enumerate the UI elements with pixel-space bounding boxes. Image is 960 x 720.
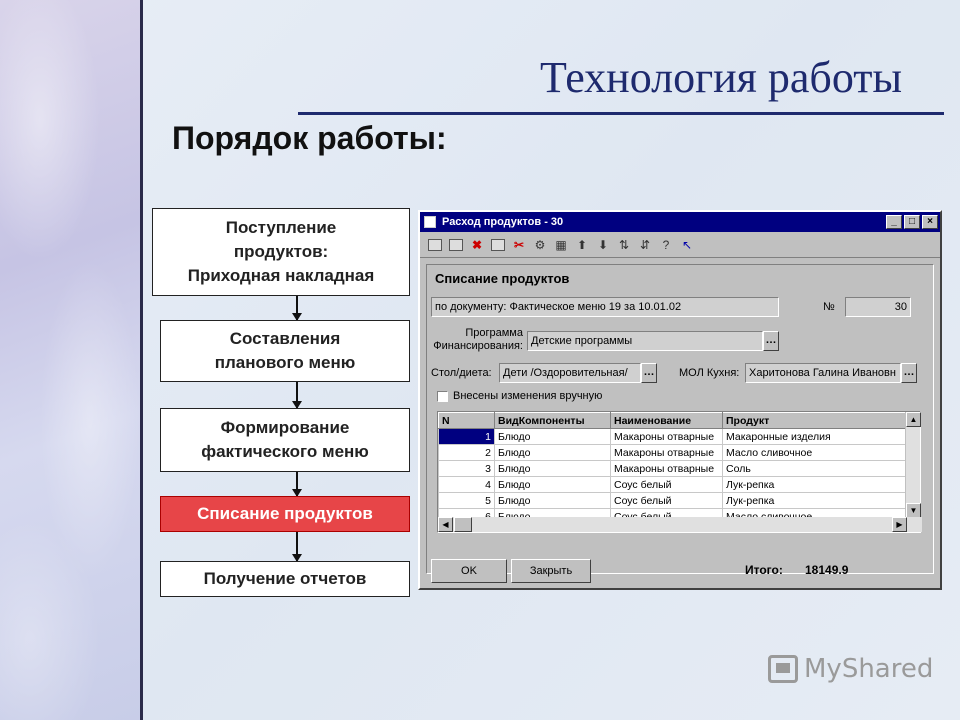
left-decor-strip [0,0,142,720]
minimize-button[interactable]: _ [886,215,902,229]
write-off-panel: Списание продуктов по документу: Фактиче… [426,264,934,583]
flow-step-planned-menu: Составления планового меню [160,320,410,382]
cell-name: Соус белый [610,492,723,509]
horizontal-scrollbar[interactable]: ◀ ▶ [438,517,922,532]
title-rule [298,112,944,115]
cell-n: 3 [438,460,495,477]
cell-product: Масло сливочное [722,444,907,461]
col-header-product[interactable]: Продукт [722,412,907,429]
flow-arrow [292,472,302,497]
number-label: № [823,301,835,313]
diet-label: Стол/диета: [431,367,492,379]
app-window: Расход продуктов - 30 _ □ × ✖ ✂ ⚙ ▦ ⬆ ⬇ … [418,210,942,590]
flow-step-receipt: Поступление продуктов: Приходная накладн… [152,208,410,296]
products-table[interactable]: N ВидКомпоненты Наименование Продукт 1 Б… [437,411,922,533]
brand-logo: MyShared [768,654,933,684]
table-row[interactable]: 2 Блюдо Макароны отварные Масло сливочно… [438,444,907,461]
page-title: Технология работы [540,53,903,102]
cell-product: Макаронные изделия [722,428,907,445]
delete-row-icon[interactable]: ✖ [468,236,486,254]
left-divider [140,0,143,720]
help-icon[interactable]: ? [657,236,675,254]
filter-icon[interactable]: ⇵ [636,236,654,254]
table-header-row: N ВидКомпоненты Наименование Продукт [438,412,907,429]
cell-kind: Блюдо [494,428,611,445]
cell-name: Макароны отварные [610,460,723,477]
down-arrow-icon[interactable]: ⬇ [594,236,612,254]
cell-kind: Блюдо [494,460,611,477]
col-header-name[interactable]: Наименование [610,412,723,429]
scroll-thumb[interactable] [454,517,472,532]
cell-n: 5 [438,492,495,509]
scroll-left-icon[interactable]: ◀ [438,517,453,532]
flow-step-actual-menu: Формирование фактического меню [160,408,410,472]
diet-picker-button[interactable]: … [641,363,657,383]
flow-arrow [292,382,302,409]
scroll-up-icon[interactable]: ▲ [906,412,921,427]
presentation-icon [768,655,798,683]
cell-product: Лук-репка [722,476,907,493]
col-header-n[interactable]: N [438,412,495,429]
total-label: Итого: [745,563,783,577]
col-header-kind[interactable]: ВидКомпоненты [494,412,611,429]
cut-icon[interactable]: ✂ [510,236,528,254]
number-field[interactable]: 30 [845,297,911,317]
copy-row-icon[interactable] [447,236,465,254]
add-row-icon[interactable] [426,236,444,254]
cell-name: Макароны отварные [610,444,723,461]
cell-kind: Блюдо [494,444,611,461]
cell-name: Макароны отварные [610,428,723,445]
products-grid: N ВидКомпоненты Наименование Продукт 1 Б… [438,412,907,525]
flow-step-reports: Получение отчетов [160,561,410,597]
cell-n: 1 [438,428,495,445]
window-titlebar[interactable]: Расход продуктов - 30 _ □ × [420,212,940,232]
group-title: Списание продуктов [435,271,570,286]
maximize-button[interactable]: □ [904,215,920,229]
program-field[interactable]: Детские программы [527,331,763,351]
section-subtitle: Порядок работы: [172,120,447,156]
cell-kind: Блюдо [494,492,611,509]
cell-n: 4 [438,476,495,493]
cell-kind: Блюдо [494,476,611,493]
flow-arrow [292,296,302,321]
scroll-down-icon[interactable]: ▼ [906,503,921,518]
brand-name: MyShared [804,654,934,684]
sort-icon[interactable]: ⇅ [615,236,633,254]
vertical-scrollbar[interactable]: ▲ ▼ [905,412,921,518]
table-row[interactable]: 1 Блюдо Макароны отварные Макаронные изд… [438,428,907,445]
diet-field[interactable]: Дети /Оздоровительная/ [499,363,641,383]
window-title: Расход продуктов - 30 [442,216,564,228]
mol-picker-button[interactable]: … [901,363,917,383]
edit-row-icon[interactable] [489,236,507,254]
table-row[interactable]: 4 Блюдо Соус белый Лук-репка [438,476,907,493]
toolbar: ✖ ✂ ⚙ ▦ ⬆ ⬇ ⇅ ⇵ ? ↖ [420,232,940,258]
scroll-right-icon[interactable]: ▶ [892,517,907,532]
program-picker-button[interactable]: … [763,331,779,351]
table-row[interactable]: 5 Блюдо Соус белый Лук-репка [438,492,907,509]
total-value: 18149.9 [805,563,849,577]
whats-this-icon[interactable]: ↖ [678,236,696,254]
manual-changes-label: Внесены изменения вручную [453,390,603,402]
manual-changes-checkbox[interactable] [437,391,448,402]
program-label: Программа Финансирования: [433,327,523,352]
settings-icon[interactable]: ⚙ [531,236,549,254]
cell-n: 2 [438,444,495,461]
grid-icon[interactable]: ▦ [552,236,570,254]
ok-button[interactable]: OK [431,559,507,583]
mol-field[interactable]: Харитонова Галина Ивановн [745,363,901,383]
cell-name: Соус белый [610,476,723,493]
cell-product: Лук-репка [722,492,907,509]
close-button[interactable]: Закрыть [511,559,591,583]
cell-product: Соль [722,460,907,477]
mol-label: МОЛ Кухня: [679,367,740,379]
flow-step-write-off: Списание продуктов [160,496,410,532]
document-field[interactable]: по документу: Фактическое меню 19 за 10.… [431,297,779,317]
table-row[interactable]: 3 Блюдо Макароны отварные Соль [438,460,907,477]
flow-arrow [292,532,302,562]
document-icon [424,216,436,228]
close-window-button[interactable]: × [922,215,938,229]
up-arrow-icon[interactable]: ⬆ [573,236,591,254]
